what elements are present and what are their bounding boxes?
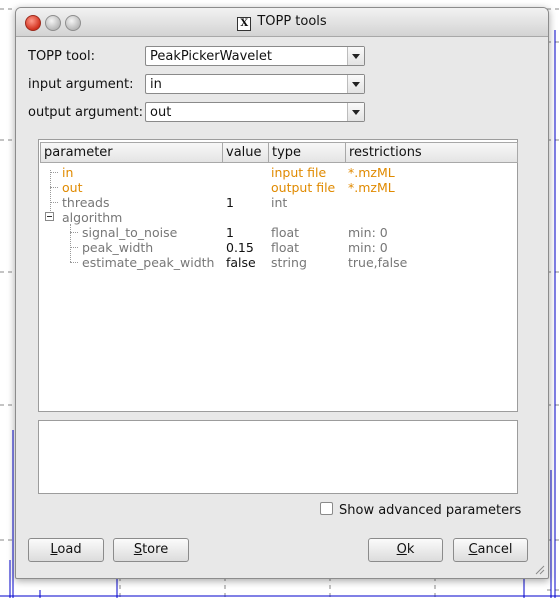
param-type: float [271, 240, 300, 255]
param-name: threads [62, 195, 110, 210]
input-argument-label: input argument: [28, 77, 134, 92]
table-row[interactable]: out output file *.mzML [39, 180, 517, 195]
ok-button-mnemonic: O [396, 542, 407, 557]
column-header-type[interactable]: type [269, 142, 346, 163]
table-row[interactable]: signal_to_noise 1 float min: 0 [39, 225, 517, 240]
store-button-label: tore [142, 542, 169, 557]
topp-tool-value: PeakPickerWavelet [150, 49, 272, 64]
param-type: float [271, 225, 300, 240]
param-restrictions: min: 0 [348, 225, 388, 240]
parameter-description-box[interactable] [38, 420, 518, 494]
load-button[interactable]: Load [28, 538, 104, 562]
parameter-table[interactable]: parameter value type restrictions in inp… [38, 139, 518, 412]
ok-button[interactable]: Ok [368, 538, 443, 562]
table-row[interactable]: threads 1 int [39, 195, 517, 210]
column-header-parameter[interactable]: parameter [40, 142, 223, 163]
output-argument-label: output argument: [28, 105, 143, 120]
param-type: output file [271, 180, 336, 195]
table-row[interactable]: peak_width 0.15 float min: 0 [39, 240, 517, 255]
chevron-down-icon[interactable] [347, 75, 364, 93]
table-header: parameter value type restrictions [40, 142, 518, 163]
store-button[interactable]: Store [113, 538, 189, 562]
param-value: 1 [226, 195, 234, 210]
x-window-icon: X [237, 17, 252, 31]
param-name: estimate_peak_width [82, 255, 215, 270]
show-advanced-checkbox[interactable] [320, 502, 333, 515]
param-name: algorithm [62, 210, 123, 225]
param-restrictions: *.mzML [348, 165, 395, 180]
ok-button-label: k [406, 542, 415, 557]
resize-grip-icon[interactable] [533, 563, 545, 575]
cancel-button-label: ancel [477, 542, 513, 557]
param-name: in [62, 165, 74, 180]
store-button-mnemonic: S [133, 542, 143, 557]
param-name: out [62, 180, 83, 195]
param-restrictions: true,false [348, 255, 408, 270]
param-type: string [271, 255, 307, 270]
param-type: int [271, 195, 288, 210]
param-value: 0.15 [226, 240, 254, 255]
param-restrictions: min: 0 [348, 240, 388, 255]
chevron-down-icon[interactable] [347, 47, 364, 65]
param-value: 1 [226, 225, 234, 240]
cancel-button[interactable]: Cancel [453, 538, 528, 562]
topp-tool-select[interactable]: PeakPickerWavelet [145, 46, 365, 66]
table-row[interactable]: algorithm [39, 210, 517, 225]
title-bar[interactable]: X TOPP tools [16, 8, 548, 37]
load-button-label: oad [57, 542, 82, 557]
show-advanced-option[interactable]: Show advanced parameters [320, 502, 521, 518]
topp-tools-dialog: X TOPP tools TOPP tool: PeakPickerWavelet… [15, 7, 549, 579]
show-advanced-label: Show advanced parameters [339, 503, 522, 518]
param-name: signal_to_noise [82, 225, 178, 240]
window-title-wrap: X TOPP tools [16, 14, 548, 31]
input-argument-value: in [150, 77, 162, 92]
table-row[interactable]: estimate_peak_width false string true,fa… [39, 255, 517, 270]
topp-tool-label: TOPP tool: [28, 49, 95, 64]
table-row[interactable]: in input file *.mzML [39, 165, 517, 180]
input-argument-select[interactable]: in [145, 74, 365, 94]
column-header-value[interactable]: value [223, 142, 269, 163]
param-restrictions: *.mzML [348, 180, 395, 195]
param-value: false [226, 255, 256, 270]
output-argument-select[interactable]: out [145, 102, 365, 122]
cancel-button-mnemonic: C [468, 542, 478, 557]
param-name: peak_width [82, 240, 154, 255]
output-argument-value: out [150, 105, 172, 120]
window-title: TOPP tools [257, 14, 327, 29]
chevron-down-icon[interactable] [347, 103, 364, 121]
param-type: input file [271, 165, 327, 180]
column-header-restrictions[interactable]: restrictions [346, 142, 518, 163]
